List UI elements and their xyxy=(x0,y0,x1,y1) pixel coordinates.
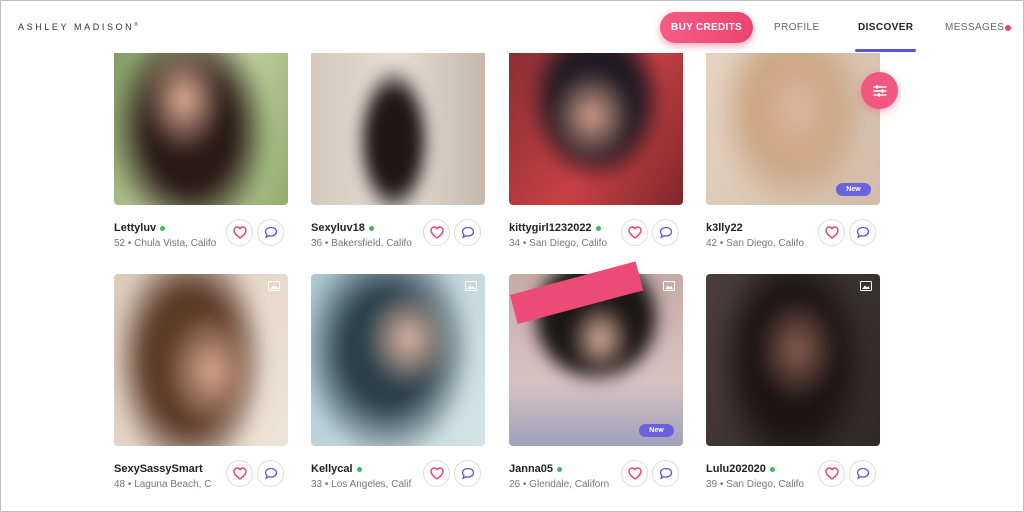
username[interactable]: Kellycal xyxy=(311,463,353,475)
username[interactable]: Janna05 xyxy=(509,463,553,475)
profile-card[interactable]: Kellycal 33 • Los Angeles, Calif xyxy=(311,1,486,511)
profile-meta: 26 • Glendale, Californ xyxy=(509,479,610,490)
profile-meta: 39 • San Diego, Califo xyxy=(706,479,805,490)
filter-button[interactable] xyxy=(861,72,898,109)
like-button[interactable] xyxy=(818,460,845,487)
new-badge: New xyxy=(639,424,674,437)
profile-card[interactable]: Lulu202020 39 • San Diego, Califo xyxy=(706,1,881,511)
chat-bubble-icon xyxy=(856,467,869,480)
gallery-icon xyxy=(663,281,675,291)
sliders-icon xyxy=(872,84,887,97)
nav-messages[interactable]: MESSAGES xyxy=(945,22,1004,33)
chat-bubble-icon xyxy=(659,467,672,480)
heart-icon xyxy=(232,467,247,480)
profile-photo[interactable] xyxy=(114,274,288,446)
message-button[interactable] xyxy=(257,460,284,487)
heart-icon xyxy=(627,467,642,480)
profile-photo[interactable] xyxy=(706,274,880,446)
message-button[interactable] xyxy=(849,460,876,487)
nav-discover[interactable]: DISCOVER xyxy=(858,22,913,33)
active-tab-indicator xyxy=(855,49,916,52)
message-button[interactable] xyxy=(454,460,481,487)
username[interactable]: SexySassySmart xyxy=(114,463,203,475)
heart-icon xyxy=(824,467,839,480)
logo[interactable]: ASHLEY MADISON® xyxy=(18,22,138,32)
profile-name[interactable]: Lulu202020 xyxy=(706,463,775,475)
like-button[interactable] xyxy=(621,460,648,487)
heart-icon xyxy=(429,467,444,480)
profile-meta: 33 • Los Angeles, Calif xyxy=(311,479,412,490)
top-nav-bar: ASHLEY MADISON® BUY CREDITS PROFILE DISC… xyxy=(1,1,1023,53)
profile-card[interactable]: SexySassySmart 48 • Laguna Beach, C xyxy=(114,1,289,511)
profile-meta: 48 • Laguna Beach, C xyxy=(114,479,212,490)
profile-name[interactable]: Janna05 xyxy=(509,463,563,475)
username[interactable]: Lulu202020 xyxy=(706,463,766,475)
like-button[interactable] xyxy=(226,460,253,487)
online-indicator xyxy=(356,466,362,472)
gallery-icon xyxy=(860,281,872,291)
unread-dot xyxy=(1005,25,1011,31)
like-button[interactable] xyxy=(423,460,450,487)
chat-bubble-icon xyxy=(461,467,474,480)
gallery-icon xyxy=(465,281,477,291)
online-indicator xyxy=(557,466,563,472)
profile-name[interactable]: Kellycal xyxy=(311,463,362,475)
app-window: ASHLEY MADISON® BUY CREDITS PROFILE DISC… xyxy=(0,0,1024,512)
profile-photo[interactable] xyxy=(311,274,485,446)
online-indicator xyxy=(769,466,775,472)
profile-card[interactable]: New Janna05 26 • Glendale, Californ xyxy=(509,1,684,511)
profile-name[interactable]: SexySassySmart xyxy=(114,463,203,475)
gallery-icon xyxy=(268,281,280,291)
nav-profile[interactable]: PROFILE xyxy=(774,22,820,33)
chat-bubble-icon xyxy=(264,467,277,480)
message-button[interactable] xyxy=(652,460,679,487)
buy-credits-button[interactable]: BUY CREDITS xyxy=(660,12,753,43)
